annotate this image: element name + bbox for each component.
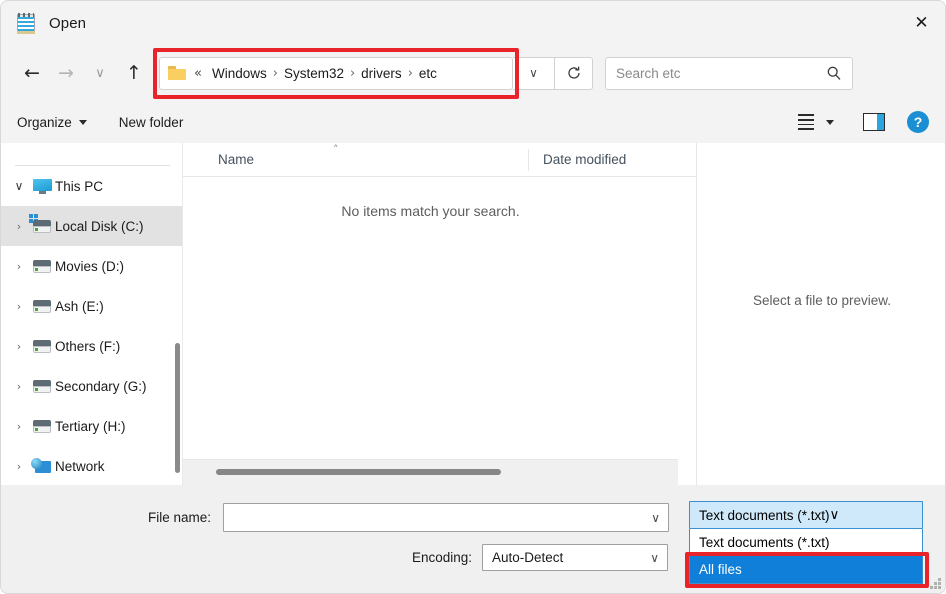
command-bar: Organize New folder ? [1, 101, 945, 143]
sidebar-item-label: Others (F:) [55, 338, 121, 354]
encoding-select[interactable]: Auto-Detect ∨ [482, 544, 668, 571]
organize-button[interactable]: Organize [17, 115, 87, 130]
title-bar: Open ✕ [1, 1, 945, 45]
chevron-down-icon[interactable]: ∨ [644, 551, 659, 565]
drive-icon [29, 419, 55, 433]
sidebar-item-label: This PC [55, 178, 104, 194]
drive-icon [29, 379, 55, 393]
dialog-body: ∨ This PC › Local Disk (C:) › Movies (D:… [1, 143, 945, 485]
file-type-select[interactable]: Text documents (*.txt) ∨ [689, 501, 923, 529]
chevron-right-icon[interactable]: › [9, 300, 29, 313]
open-file-dialog: Open ✕ ← → ∨ ↑ « Windows › System32 › dr… [0, 0, 946, 594]
close-icon[interactable]: ✕ [898, 1, 945, 45]
file-type-option-all-files[interactable]: All files [690, 556, 922, 583]
sidebar-item-ash-e[interactable]: › Ash (E:) [1, 286, 182, 326]
chevron-right-icon[interactable]: › [9, 420, 29, 433]
sidebar-item-label: Secondary (G:) [55, 378, 147, 394]
column-header-row: Name ˄ Date modified [183, 143, 696, 177]
sidebar-item-secondary-g[interactable]: › Secondary (G:) [1, 366, 182, 406]
chevron-down-icon [78, 119, 87, 125]
file-list-pane: Name ˄ Date modified No items match your… [183, 143, 696, 485]
breadcrumb[interactable]: « Windows › System32 › drivers › etc [159, 56, 513, 90]
up-button[interactable]: ↑ [117, 56, 151, 90]
chevron-down-icon[interactable]: ∨ [645, 511, 660, 525]
sidebar-item-label: Ash (E:) [55, 298, 104, 314]
breadcrumb-item-drivers[interactable]: drivers [361, 66, 402, 81]
breadcrumb-overflow-icon[interactable]: « [194, 66, 202, 81]
sidebar-item-label: Tertiary (H:) [55, 418, 126, 434]
list-view-icon[interactable] [793, 109, 819, 135]
column-header-name[interactable]: Name ˄ [183, 143, 528, 167]
folder-icon [168, 66, 186, 80]
file-type-dropdown: Text documents (*.txt) ∨ Text documents … [685, 501, 929, 588]
chevron-right-icon[interactable]: › [9, 260, 29, 273]
address-bar: « Windows › System32 › drivers › etc [153, 47, 519, 99]
sidebar-item-label: Movies (D:) [55, 258, 125, 274]
preview-pane-icon[interactable] [863, 113, 885, 131]
resize-grip[interactable] [930, 578, 942, 590]
navigation-pane: ∨ This PC › Local Disk (C:) › Movies (D:… [1, 143, 183, 485]
file-type-option-text-documents[interactable]: Text documents (*.txt) [690, 529, 922, 556]
file-name-label: File name: [147, 510, 211, 525]
column-header-name-label: Name [218, 152, 255, 167]
sidebar-item-others-f[interactable]: › Others (F:) [1, 326, 182, 366]
breadcrumb-separator-icon: › [272, 65, 278, 81]
file-type-selected-value: Text documents (*.txt) [699, 507, 830, 523]
view-options-chevron-icon[interactable] [819, 109, 841, 135]
forward-button[interactable]: → [49, 56, 83, 90]
notepad-icon [15, 11, 37, 35]
chevron-right-icon[interactable]: › [9, 460, 29, 473]
chevron-down-icon[interactable]: ∨ [9, 179, 29, 193]
window-title: Open [49, 14, 87, 32]
chevron-right-icon[interactable]: › [9, 380, 29, 393]
chevron-down-icon[interactable]: ∨ [830, 507, 840, 523]
search-input[interactable]: Search etc [605, 56, 853, 90]
sort-ascending-icon: ˄ [333, 143, 339, 156]
help-icon[interactable]: ? [907, 111, 929, 133]
windows-drive-icon [29, 213, 55, 233]
breadcrumb-item-system32[interactable]: System32 [284, 66, 344, 81]
encoding-label: Encoding: [411, 550, 472, 565]
breadcrumb-item-etc[interactable]: etc [419, 66, 437, 81]
sidebar-scrollbar[interactable] [175, 343, 180, 473]
breadcrumb-separator-icon: › [349, 65, 356, 81]
sidebar-item-local-disk-c[interactable]: › Local Disk (C:) [1, 206, 182, 246]
file-name-input[interactable]: ∨ [223, 503, 669, 532]
sidebar-item-label: Network [55, 458, 105, 474]
chevron-right-icon[interactable]: › [9, 340, 29, 353]
refresh-icon[interactable] [555, 56, 593, 90]
sidebar-item-this-pc[interactable]: ∨ This PC [1, 166, 182, 206]
address-dropdown-icon[interactable]: ∨ [513, 56, 555, 90]
command-bar-right: ? [793, 109, 929, 135]
search-icon [827, 66, 841, 80]
recent-locations-button[interactable]: ∨ [83, 56, 117, 90]
navigation-bar: ← → ∨ ↑ « Windows › System32 › drivers ›… [1, 45, 945, 101]
preview-pane: Select a file to preview. [696, 143, 945, 485]
sidebar-item-tertiary-h[interactable]: › Tertiary (H:) [1, 406, 182, 446]
scrollbar-thumb[interactable] [216, 469, 501, 475]
back-button[interactable]: ← [15, 56, 49, 90]
preview-message: Select a file to preview. [752, 292, 892, 308]
new-folder-button[interactable]: New folder [119, 115, 184, 130]
chevron-right-icon[interactable]: › [9, 220, 29, 233]
drive-icon [29, 299, 55, 313]
column-header-date-modified[interactable]: Date modified [528, 148, 626, 171]
computer-icon [29, 178, 55, 194]
empty-state-message: No items match your search. [341, 203, 520, 219]
file-list-horizontal-scrollbar[interactable] [183, 459, 678, 485]
drive-icon [29, 259, 55, 273]
organize-label: Organize [17, 114, 72, 130]
breadcrumb-item-windows[interactable]: Windows [202, 66, 267, 81]
breadcrumb-separator-icon: › [407, 65, 413, 81]
search-placeholder: Search etc [616, 65, 681, 81]
network-icon [29, 458, 55, 474]
encoding-value: Auto-Detect [492, 550, 564, 565]
sidebar-item-movies-d[interactable]: › Movies (D:) [1, 246, 182, 286]
file-type-option-list: Text documents (*.txt) All files [685, 529, 929, 588]
sidebar-item-network[interactable]: › Network [1, 446, 182, 485]
sidebar-item-label: Local Disk (C:) [55, 218, 144, 234]
drive-icon [29, 339, 55, 353]
